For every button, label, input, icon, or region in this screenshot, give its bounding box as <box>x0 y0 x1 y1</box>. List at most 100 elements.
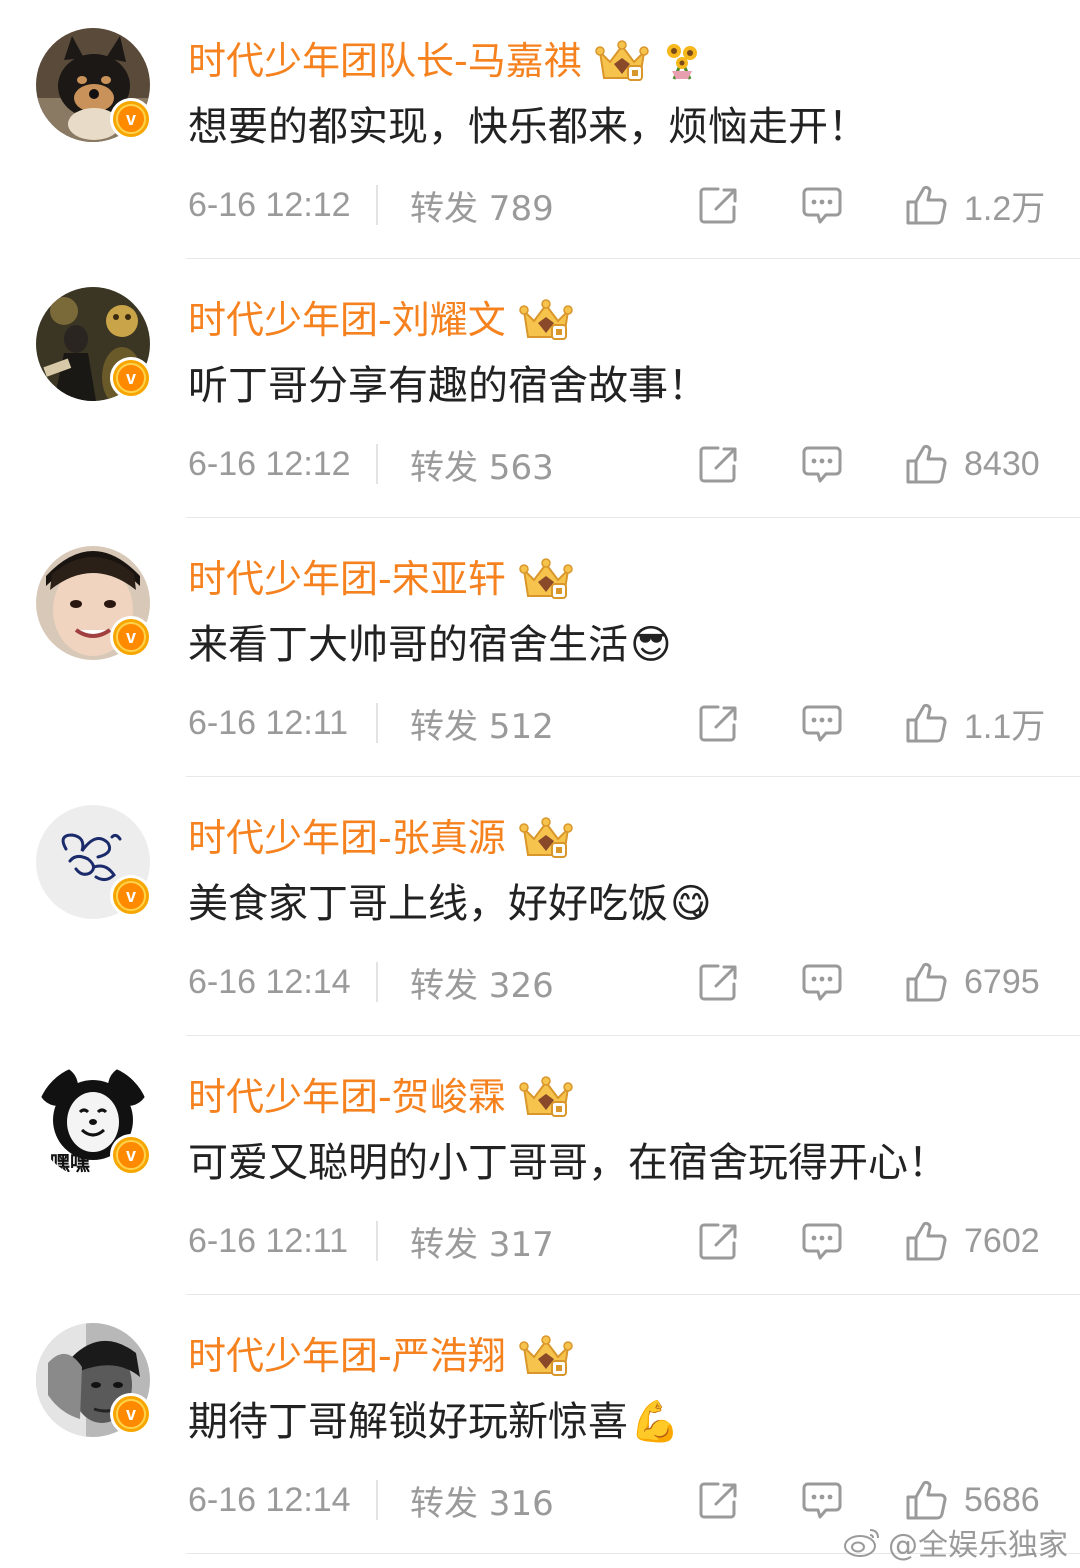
v-badge-icon: v <box>110 1393 152 1435</box>
comment-list: v 时代少年团队长-马嘉祺 想要的都实现，快乐都来，烦恼走开！ 6-16 12:… <box>0 0 1080 1554</box>
weibo-logo-icon <box>844 1529 879 1557</box>
user-name[interactable]: 时代少年团-严浩翔 <box>188 1331 506 1381</box>
like-button[interactable]: 5686 <box>902 1476 1048 1524</box>
meta-row: 6-16 12:12 转发 563 8430 <box>188 439 1048 489</box>
thumbs-up-icon[interactable] <box>902 440 950 488</box>
repost-count[interactable]: 转发 563 <box>410 440 554 489</box>
divider <box>376 1480 378 1520</box>
repost-count[interactable]: 转发 512 <box>410 699 554 748</box>
name-row: 时代少年团-贺峻霖 <box>188 1072 574 1122</box>
like-button[interactable]: 1.2万 <box>902 181 1048 230</box>
comment-icon[interactable] <box>798 440 846 488</box>
thumbs-up-icon[interactable] <box>902 958 950 1006</box>
like-count: 5686 <box>964 1480 1040 1519</box>
yummy-emoji-icon: 😋 <box>670 881 712 927</box>
thumbs-up-icon[interactable] <box>902 699 950 747</box>
meta-row: 6-16 12:11 转发 512 1.1万 <box>188 698 1048 748</box>
avatar[interactable]: v <box>36 1323 152 1437</box>
thumbs-up-icon[interactable] <box>902 1217 950 1265</box>
sunglasses-emoji-icon: 😎 <box>630 622 672 668</box>
action-bar: 6795 <box>694 957 1048 1007</box>
comment-text: 美食家丁哥上线，好好吃饭 😋 <box>188 877 712 931</box>
crown-icon <box>518 1335 573 1376</box>
repost-count[interactable]: 转发 316 <box>410 1476 554 1525</box>
avatar-caption: 嘿嘿 <box>50 1151 90 1175</box>
crown-icon <box>518 1076 573 1117</box>
repost-count[interactable]: 转发 326 <box>410 958 554 1007</box>
like-button[interactable]: 8430 <box>902 440 1048 488</box>
user-name[interactable]: 时代少年团-贺峻霖 <box>188 1072 506 1122</box>
flexed-biceps-emoji-icon: 💪 <box>630 1399 680 1445</box>
crown-icon <box>518 558 573 599</box>
action-bar: 5686 <box>694 1475 1048 1525</box>
user-name[interactable]: 时代少年团-张真源 <box>188 813 506 863</box>
v-badge-icon: v <box>110 357 152 399</box>
comment-body: 可爱又聪明的小丁哥哥，在宿舍玩得开心！ <box>188 1140 948 1186</box>
share-icon[interactable] <box>694 1217 742 1265</box>
thumbs-up-icon[interactable] <box>902 181 950 229</box>
share-icon[interactable] <box>694 440 742 488</box>
timestamp: 6-16 12:12 <box>188 444 351 483</box>
comment-icon[interactable] <box>798 958 846 1006</box>
comment-text: 想要的都实现，快乐都来，烦恼走开！ <box>188 100 868 154</box>
comment-icon[interactable] <box>798 181 846 229</box>
comment-item: v 时代少年团-张真源 美食家丁哥上线，好好吃饭 😋 6-16 12:14 转发… <box>0 777 1080 1036</box>
like-count: 1.2万 <box>964 189 1046 228</box>
name-row: 时代少年团-刘耀文 <box>188 295 574 345</box>
like-count: 7602 <box>964 1221 1040 1260</box>
like-button[interactable]: 7602 <box>902 1217 1048 1265</box>
watermark-text: @全娱乐独家 <box>888 1528 1068 1563</box>
avatar[interactable]: v <box>36 28 152 142</box>
like-count: 8430 <box>964 444 1040 483</box>
avatar[interactable]: v <box>36 546 152 660</box>
repost-count[interactable]: 转发 317 <box>410 1217 554 1266</box>
comment-item: 嘿嘿 v 时代少年团-贺峻霖 可爱又聪明的小丁哥哥，在宿舍玩得开心！ 6-16 … <box>0 1036 1080 1295</box>
comment-item: v 时代少年团-刘耀文 听丁哥分享有趣的宿舍故事！ 6-16 12:12 转发 … <box>0 259 1080 518</box>
comment-text: 来看丁大帅哥的宿舍生活 😎 <box>188 618 672 672</box>
avatar[interactable]: v <box>36 805 152 919</box>
like-button[interactable]: 1.1万 <box>902 699 1048 748</box>
comment-body: 听丁哥分享有趣的宿舍故事！ <box>188 363 708 409</box>
comment-icon[interactable] <box>798 1476 846 1524</box>
crown-icon <box>518 817 573 858</box>
watermark: @全娱乐独家 <box>842 1520 1068 1564</box>
divider <box>376 444 378 484</box>
action-bar: 8430 <box>694 439 1048 489</box>
v-badge-icon: v <box>110 1134 152 1176</box>
share-icon[interactable] <box>694 699 742 747</box>
action-bar: 1.1万 <box>694 698 1048 748</box>
timestamp: 6-16 12:11 <box>188 1221 349 1260</box>
timestamp: 6-16 12:12 <box>188 185 351 224</box>
repost-count[interactable]: 转发 789 <box>410 181 554 230</box>
divider <box>376 185 378 225</box>
comment-text: 可爱又聪明的小丁哥哥，在宿舍玩得开心！ <box>188 1136 948 1190</box>
meta-row: 6-16 12:14 转发 316 5686 <box>188 1475 1048 1525</box>
thumbs-up-icon[interactable] <box>902 1476 950 1524</box>
comment-text: 听丁哥分享有趣的宿舍故事！ <box>188 359 708 413</box>
share-icon[interactable] <box>694 181 742 229</box>
share-icon[interactable] <box>694 1476 742 1524</box>
meta-row: 6-16 12:12 转发 789 1.2万 <box>188 180 1048 230</box>
v-badge-icon: v <box>110 616 152 658</box>
user-name[interactable]: 时代少年团-宋亚轩 <box>188 554 506 604</box>
comment-text: 期待丁哥解锁好玩新惊喜 💪 <box>188 1395 680 1449</box>
like-count: 1.1万 <box>964 707 1046 746</box>
comment-item: v 时代少年团-宋亚轩 来看丁大帅哥的宿舍生活 😎 6-16 12:11 转发 … <box>0 518 1080 777</box>
crown-icon <box>518 299 573 340</box>
avatar[interactable]: 嘿嘿 v <box>36 1064 152 1178</box>
user-name[interactable]: 时代少年团-刘耀文 <box>188 295 506 345</box>
avatar[interactable]: v <box>36 287 152 401</box>
like-button[interactable]: 6795 <box>902 958 1048 1006</box>
action-bar: 7602 <box>694 1216 1048 1266</box>
name-row: 时代少年团-宋亚轩 <box>188 554 574 604</box>
share-icon[interactable] <box>694 958 742 1006</box>
crown-icon <box>594 40 649 81</box>
timestamp: 6-16 12:14 <box>188 1480 351 1519</box>
comment-icon[interactable] <box>798 699 846 747</box>
name-row: 时代少年团-严浩翔 <box>188 1331 574 1381</box>
comment-body: 来看丁大帅哥的宿舍生活 <box>188 622 628 668</box>
comment-icon[interactable] <box>798 1217 846 1265</box>
comment-item: v 时代少年团-严浩翔 期待丁哥解锁好玩新惊喜 💪 6-16 12:14 转发 … <box>0 1295 1080 1554</box>
timestamp: 6-16 12:14 <box>188 962 351 1001</box>
user-name[interactable]: 时代少年团队长-马嘉祺 <box>188 36 582 86</box>
